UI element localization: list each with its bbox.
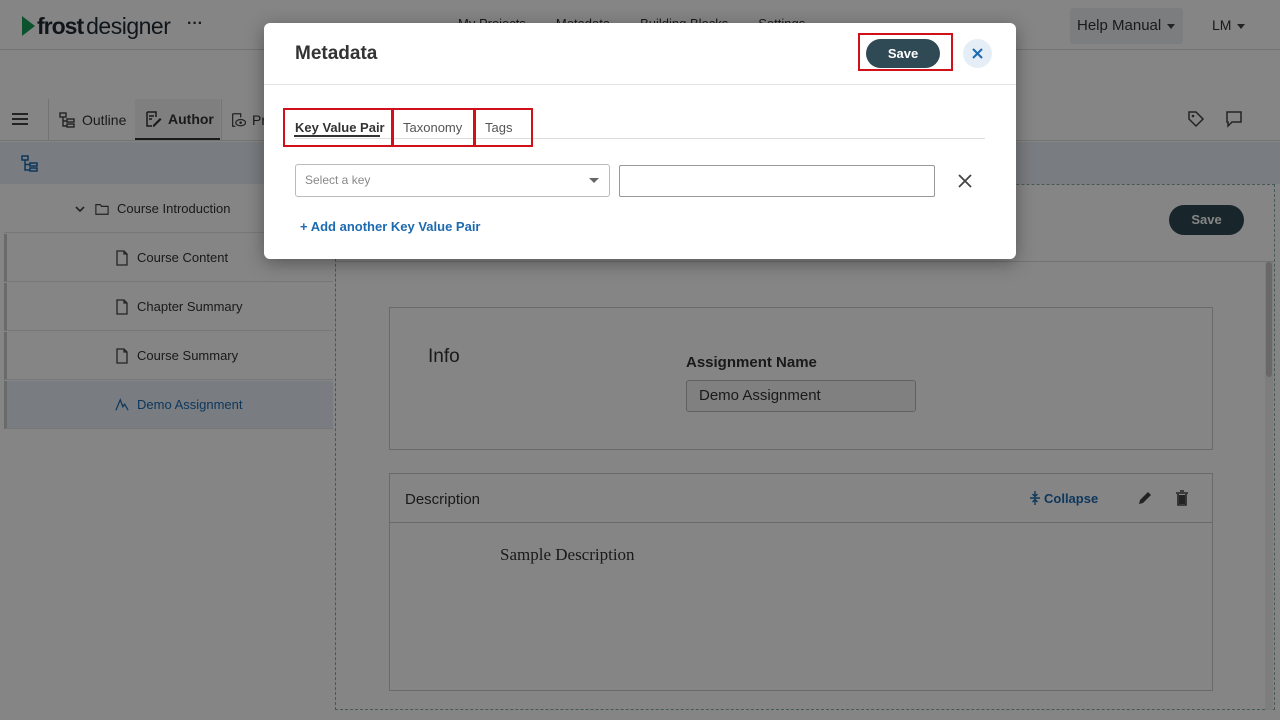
tab-tags-label: Tags (485, 120, 513, 135)
value-input[interactable] (619, 165, 935, 197)
active-tab-indicator (294, 135, 380, 137)
key-select[interactable]: Select a key (295, 164, 610, 197)
remove-row-icon[interactable] (955, 171, 975, 191)
dialog-save-button[interactable]: Save (866, 39, 940, 68)
key-select-placeholder: Select a key (305, 173, 371, 187)
metadata-dialog: Metadata Save Key Value Pair Taxonomy Ta… (264, 23, 1016, 259)
tab-taxonomy[interactable]: Taxonomy (392, 108, 475, 147)
dialog-close-button[interactable] (963, 39, 992, 68)
tab-key-value-pair-label: Key Value Pair (295, 120, 385, 135)
tab-key-value-pair[interactable]: Key Value Pair (283, 108, 393, 147)
chevron-down-icon (589, 178, 599, 183)
dialog-title: Metadata (295, 43, 378, 64)
dialog-header: Metadata Save (264, 23, 1016, 85)
tab-taxonomy-label: Taxonomy (403, 120, 463, 135)
close-icon (972, 48, 983, 59)
add-key-value-pair-link[interactable]: + Add another Key Value Pair (300, 219, 481, 234)
tab-tags[interactable]: Tags (474, 108, 533, 147)
